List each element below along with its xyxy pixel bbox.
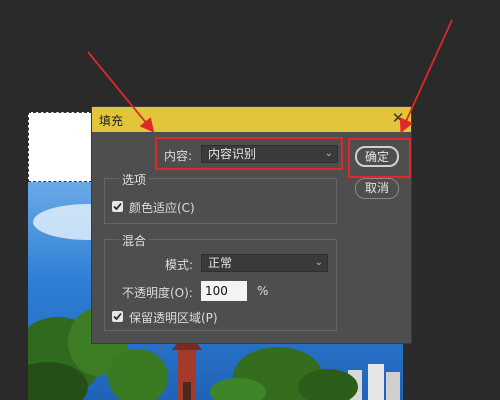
annotation-arrows bbox=[87, 19, 453, 134]
arrow-to-content bbox=[87, 51, 155, 133]
arrow-to-ok bbox=[399, 19, 453, 134]
